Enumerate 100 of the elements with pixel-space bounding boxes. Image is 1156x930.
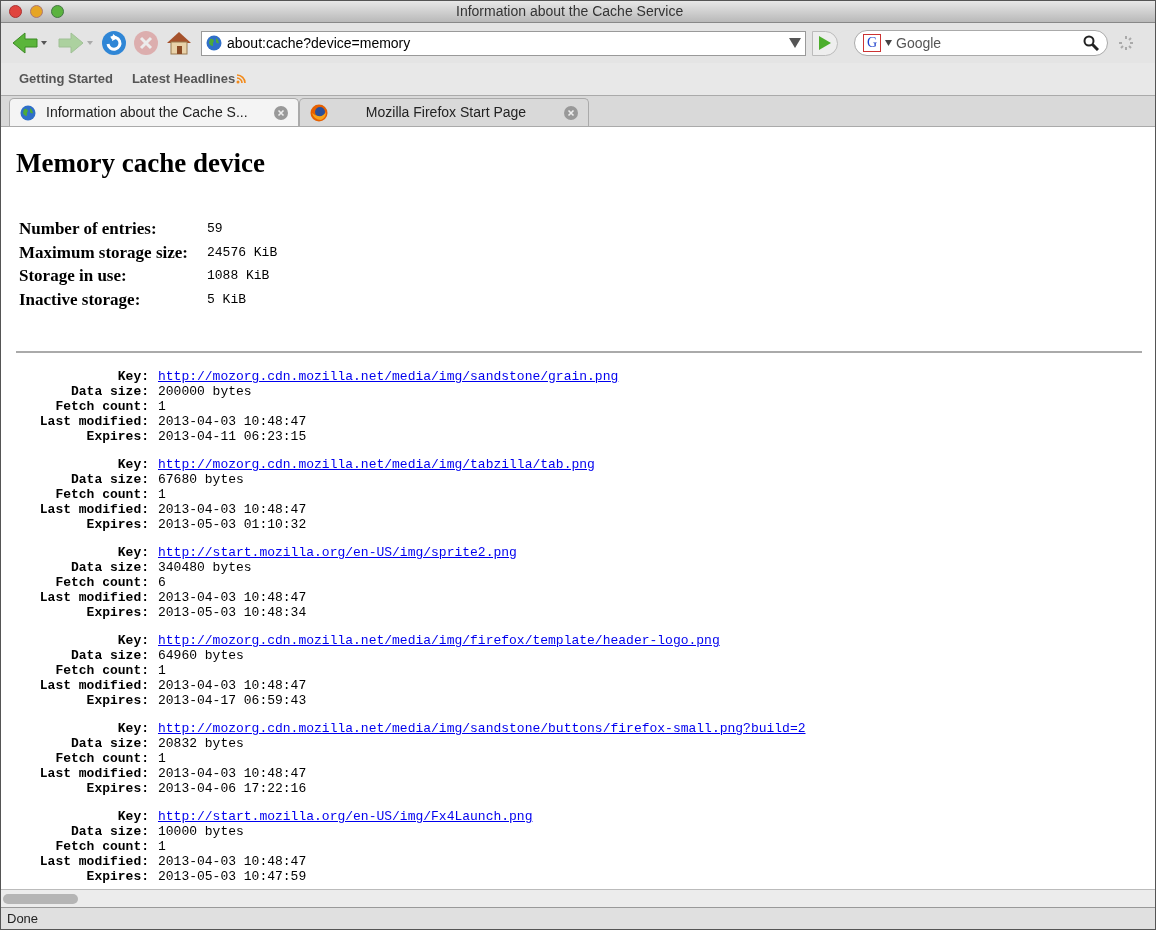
- field-label: Expires:: [85, 781, 150, 796]
- field-label: Data size:: [70, 736, 150, 751]
- field-value: 1: [158, 399, 167, 414]
- dropdown-arrow-icon[interactable]: [789, 38, 801, 48]
- field-label: Last modified:: [38, 854, 150, 869]
- entry-link[interactable]: http://mozorg.cdn.mozilla.net/media/img/firefox/template/header-logo.png: [158, 633, 1142, 648]
- field-label: Data size:: [70, 472, 150, 487]
- field-label: Data size:: [70, 384, 150, 399]
- browser-tab[interactable]: Information about the Cache S...: [9, 98, 299, 126]
- field-label: Key:: [116, 721, 150, 736]
- field-value: 64960 bytes: [158, 648, 245, 663]
- window-title: Information about the Cache Service: [456, 2, 684, 21]
- field-label: Fetch count:: [54, 487, 150, 502]
- home-button[interactable]: [165, 30, 193, 56]
- reload-button[interactable]: [101, 30, 127, 56]
- site-globe-icon: [206, 35, 222, 51]
- back-button[interactable]: [11, 31, 49, 55]
- field-label: Fetch count:: [54, 575, 150, 590]
- field-label: Fetch count:: [54, 839, 150, 854]
- field-value: 20832 bytes: [158, 736, 245, 751]
- field-value: 1: [158, 487, 167, 502]
- field-value: 2013-04-17 06:59:43: [158, 693, 308, 708]
- field-label: Data size:: [70, 560, 150, 575]
- field-value: 340480 bytes: [158, 560, 253, 575]
- field-label: Last modified:: [38, 414, 150, 429]
- field-value: 2013-05-03 10:47:59: [158, 869, 308, 884]
- stat-value: 5 KiB: [207, 290, 247, 309]
- horizontal-scrollbar-thumb[interactable]: [3, 893, 78, 904]
- field-value: 6: [158, 575, 167, 590]
- stat-value: 1088 KiB: [207, 267, 271, 285]
- tab-title: Mozilla Firefox Start Page: [364, 103, 528, 122]
- entry-link[interactable]: http://mozorg.cdn.mozilla.net/media/img/tabzilla/tab.png: [158, 457, 1142, 472]
- field-label: Last modified:: [38, 502, 150, 517]
- dropdown-arrow-icon[interactable]: [885, 40, 892, 46]
- search-icon[interactable]: [1083, 35, 1099, 51]
- field-value: 2013-04-03 10:48:47: [158, 678, 308, 693]
- minimize-button[interactable]: [30, 5, 43, 18]
- field-label: Last modified:: [38, 590, 150, 605]
- field-value: 67680 bytes: [158, 472, 245, 487]
- loading-spinner-icon: [1118, 35, 1134, 51]
- stat-label: Inactive storage:: [19, 288, 142, 311]
- close-button[interactable]: [9, 5, 22, 18]
- address-bar[interactable]: about:cache?device=memory: [201, 30, 806, 56]
- field-label: Expires:: [85, 429, 150, 444]
- field-label: Expires:: [85, 605, 150, 620]
- field-value: 1: [158, 751, 167, 766]
- entry-link[interactable]: http://start.mozilla.org/en-US/img/Fx4Launch.png: [158, 809, 1142, 824]
- browser-tab[interactable]: Mozilla Firefox Start Page: [299, 98, 589, 126]
- field-value: 200000 bytes: [158, 384, 253, 399]
- entry-link[interactable]: http://mozorg.cdn.mozilla.net/media/img/sandstone/buttons/firefox-small.png?build=2: [158, 721, 1142, 736]
- field-value: 2013-04-03 10:48:47: [158, 854, 308, 869]
- field-label: Key:: [116, 457, 150, 472]
- field-value: 2013-04-03 10:48:47: [158, 502, 308, 517]
- field-label: Data size:: [70, 648, 150, 663]
- address-text: about:cache?device=memory: [227, 33, 412, 53]
- stat-label: Maximum storage size:: [19, 241, 189, 264]
- field-label: Fetch count:: [54, 751, 150, 766]
- rss-icon: [236, 74, 247, 84]
- search-field[interactable]: G Google: [854, 30, 1108, 56]
- stat-label: Storage in use:: [19, 265, 128, 287]
- status-text: Done: [7, 909, 39, 928]
- entry-link[interactable]: http://mozorg.cdn.mozilla.net/media/img/sandstone/grain.png: [158, 369, 1142, 384]
- field-label: Key:: [116, 809, 150, 824]
- field-label: Last modified:: [38, 766, 150, 781]
- stat-label: Number of entries:: [19, 218, 158, 240]
- stat-value: 59: [207, 220, 224, 238]
- field-value: 2013-05-03 01:10:32: [158, 517, 308, 532]
- search-input[interactable]: Google: [896, 32, 1079, 54]
- close-tab-icon[interactable]: [274, 105, 288, 120]
- field-label: Expires:: [85, 869, 150, 884]
- firefox-logo-icon: [310, 103, 328, 122]
- search-engine-icon[interactable]: G: [863, 34, 881, 52]
- field-value: 2013-04-03 10:48:47: [158, 590, 308, 605]
- stat-value: 24576 KiB: [207, 243, 279, 262]
- field-label: Data size:: [70, 824, 150, 839]
- field-value: 2013-04-06 17:22:16: [158, 781, 308, 796]
- field-label: Key:: [116, 545, 150, 560]
- field-value: 2013-04-11 06:23:15: [158, 429, 308, 444]
- field-value: 2013-04-03 10:48:47: [158, 414, 308, 429]
- tab-title: Information about the Cache S...: [46, 103, 249, 122]
- field-label: Key:: [116, 369, 150, 384]
- globe-icon: [20, 104, 36, 121]
- field-value: 1: [158, 839, 167, 854]
- bookmark-link[interactable]: Latest Headlines: [131, 69, 247, 89]
- field-label: Fetch count:: [54, 399, 150, 414]
- field-label: Key:: [116, 633, 150, 648]
- zoom-button[interactable]: [51, 5, 64, 18]
- page-heading: Memory cache device: [16, 147, 266, 179]
- close-tab-icon[interactable]: [564, 105, 578, 120]
- field-label: Expires:: [85, 517, 150, 532]
- entry-link[interactable]: http://start.mozilla.org/en-US/img/sprite2.png: [158, 545, 1142, 560]
- field-value: 1: [158, 663, 167, 678]
- field-label: Fetch count:: [54, 663, 150, 678]
- field-value: 2013-05-03 10:48:34: [158, 605, 308, 620]
- field-label: Expires:: [85, 693, 150, 708]
- bookmark-link[interactable]: Getting Started: [19, 69, 113, 89]
- go-arrow-icon: [819, 36, 831, 50]
- field-label: Last modified:: [38, 678, 150, 693]
- go-button[interactable]: [812, 30, 838, 56]
- field-value: 2013-04-03 10:48:47: [158, 766, 308, 781]
